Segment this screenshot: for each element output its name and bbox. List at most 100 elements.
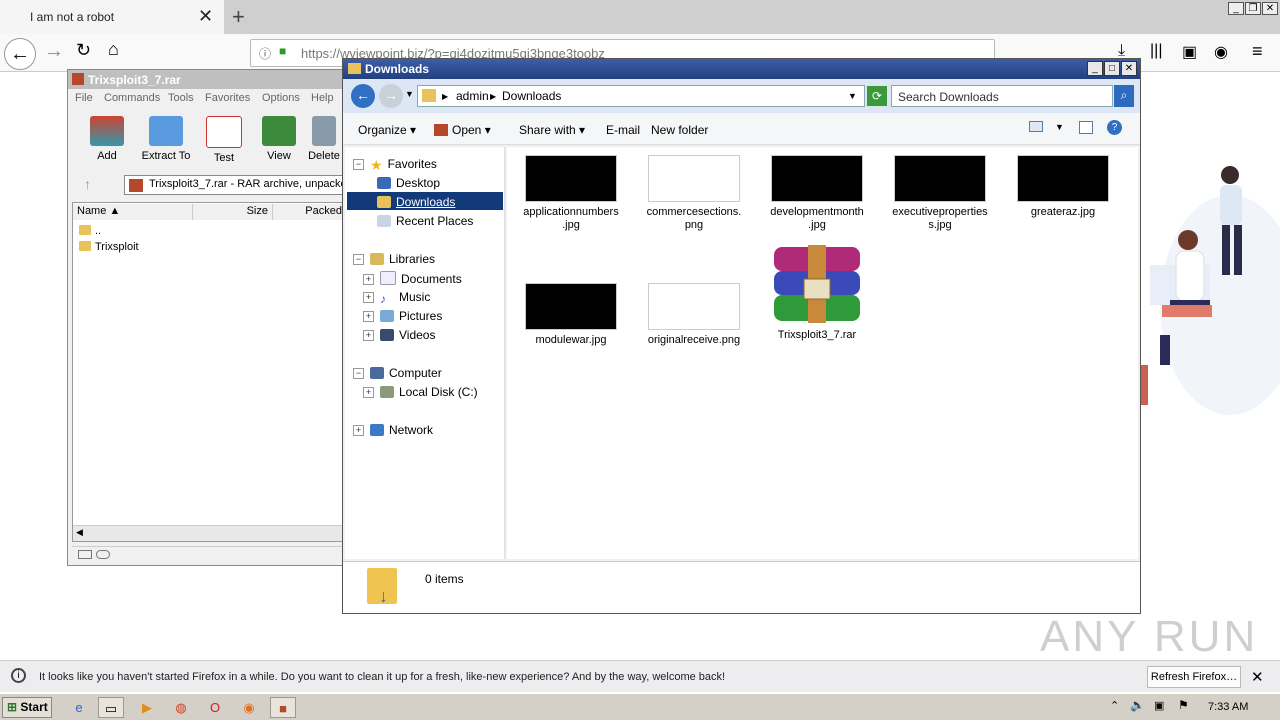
media-player-icon[interactable]: ▶: [134, 697, 160, 718]
new-folder-button[interactable]: New folder: [651, 123, 708, 137]
menu-file[interactable]: File: [75, 92, 93, 104]
file-trixsploit-rar[interactable]: Trixsploit3_7.rar: [763, 243, 871, 342]
account-icon[interactable]: ◉: [1214, 42, 1228, 62]
home-icon[interactable]: ⌂: [108, 39, 119, 60]
menu-favorites[interactable]: Favorites: [205, 92, 250, 104]
breadcrumb-downloads[interactable]: Downloads: [502, 89, 561, 103]
breadcrumb-chevron-icon[interactable]: ▶: [442, 92, 448, 101]
horizontal-scrollbar[interactable]: ◀: [73, 525, 345, 541]
view-options-icon[interactable]: [1029, 121, 1043, 132]
archive-path-field[interactable]: Trixsploit3_7.rar - RAR archive, unpacke…: [124, 175, 346, 195]
breadcrumb-chevron-icon[interactable]: ▶: [490, 92, 496, 101]
open-button[interactable]: Open ▾: [434, 123, 491, 137]
key-icon[interactable]: [96, 550, 110, 559]
browser-tab[interactable]: I am not a robot ✕: [0, 0, 224, 34]
menu-help[interactable]: Help: [311, 92, 334, 104]
extract-to-button[interactable]: Extract To: [136, 116, 196, 171]
winrar-taskbar-icon[interactable]: ■: [270, 697, 296, 718]
tree-recent-places[interactable]: Recent Places: [377, 214, 473, 228]
tree-libraries[interactable]: − Libraries: [353, 252, 435, 266]
explorer-title-bar[interactable]: Downloads _ □ ✕: [343, 59, 1140, 79]
delete-button[interactable]: Delete: [302, 116, 346, 171]
test-button[interactable]: Test: [194, 116, 254, 171]
history-dropdown-icon[interactable]: ▼: [405, 89, 414, 99]
file-executiveproperties[interactable]: executiveproperties s.jpg: [886, 155, 994, 232]
tree-network[interactable]: + Network: [353, 423, 433, 437]
back-icon[interactable]: ←: [4, 38, 36, 70]
add-button[interactable]: Add: [77, 116, 137, 171]
expand-icon[interactable]: +: [353, 425, 364, 436]
file-applicationnumbers[interactable]: applicationnumbers .jpg: [517, 155, 625, 232]
expand-icon[interactable]: +: [363, 387, 374, 398]
breadcrumb[interactable]: ▶ admin ▶ Downloads ▼: [417, 85, 865, 107]
restore-icon[interactable]: ❐: [1245, 2, 1261, 15]
refresh-icon[interactable]: ⟳: [867, 86, 887, 106]
scroll-left-icon[interactable]: ◀: [76, 527, 83, 538]
expand-icon[interactable]: +: [363, 292, 374, 303]
close-icon[interactable]: ✕: [1251, 668, 1264, 686]
network-tray-icon[interactable]: ▣: [1154, 699, 1164, 712]
file-commercesections[interactable]: commercesections. png: [640, 155, 748, 232]
minimize-icon[interactable]: _: [1087, 61, 1103, 76]
library-icon[interactable]: |||: [1150, 42, 1162, 60]
column-packed[interactable]: Packed: [273, 204, 347, 220]
tree-documents[interactable]: + Documents: [363, 271, 462, 286]
volume-icon[interactable]: 🔈: [1130, 698, 1145, 712]
winrar-title-bar[interactable]: Trixsploit3_7.rar: [68, 70, 346, 89]
firefox-icon[interactable]: ◉: [236, 697, 262, 718]
view-dropdown-icon[interactable]: ▼: [1055, 122, 1064, 132]
new-tab-icon[interactable]: +: [232, 4, 245, 30]
ie-icon[interactable]: e: [66, 697, 92, 718]
refresh-firefox-button[interactable]: Refresh Firefox…: [1147, 666, 1241, 688]
close-window-icon[interactable]: ✕: [1262, 2, 1278, 15]
organize-button[interactable]: Organize ▾: [358, 123, 416, 137]
explorer-taskbar-icon[interactable]: ▭: [98, 697, 124, 718]
tree-pictures[interactable]: + Pictures: [363, 309, 442, 323]
archive-row-parent[interactable]: ..: [79, 225, 101, 237]
tree-videos[interactable]: + Videos: [363, 328, 435, 342]
tree-favorites[interactable]: − ★ Favorites: [353, 157, 437, 173]
collapse-icon[interactable]: −: [353, 159, 364, 170]
maximize-icon[interactable]: □: [1104, 61, 1120, 76]
flag-icon[interactable]: ⚑: [1178, 698, 1189, 712]
forward-icon[interactable]: →: [44, 40, 64, 63]
tree-music[interactable]: + ♪ Music: [363, 290, 430, 306]
search-input[interactable]: Search Downloads: [891, 85, 1113, 107]
start-button[interactable]: ⊞ Start: [2, 697, 52, 718]
breadcrumb-admin[interactable]: admin: [456, 89, 489, 103]
back-icon[interactable]: ←: [351, 84, 375, 108]
file-originalreceive[interactable]: originalreceive.png: [640, 283, 748, 347]
tree-downloads[interactable]: Downloads: [347, 192, 503, 210]
tree-desktop[interactable]: Desktop: [377, 176, 440, 190]
expand-icon[interactable]: +: [363, 330, 374, 341]
share-with-button[interactable]: Share with ▾: [519, 123, 585, 137]
help-icon[interactable]: ?: [1107, 120, 1122, 135]
chrome-icon[interactable]: ◍: [168, 697, 194, 718]
tree-computer[interactable]: − Computer: [353, 366, 442, 380]
drive-icon[interactable]: [78, 550, 92, 559]
file-modulewar[interactable]: modulewar.jpg: [517, 283, 625, 347]
collapse-icon[interactable]: −: [353, 254, 364, 265]
address-dropdown-icon[interactable]: ▼: [848, 91, 857, 101]
search-icon[interactable]: ⌕: [1114, 85, 1134, 107]
column-size[interactable]: Size: [193, 204, 273, 220]
email-button[interactable]: E-mail: [606, 123, 640, 137]
reload-icon[interactable]: ↻: [76, 40, 91, 61]
view-button[interactable]: View: [249, 116, 309, 171]
menu-icon[interactable]: ≡: [1252, 41, 1263, 62]
file-developmentmonth[interactable]: developmentmonth .jpg: [763, 155, 871, 232]
expand-icon[interactable]: +: [363, 274, 374, 285]
close-tab-icon[interactable]: ✕: [198, 6, 213, 27]
file-greateraz[interactable]: greateraz.jpg: [1009, 155, 1117, 219]
preview-pane-icon[interactable]: [1079, 121, 1093, 134]
menu-commands[interactable]: Commands: [104, 92, 160, 104]
expand-icon[interactable]: +: [363, 311, 374, 322]
minimize-icon[interactable]: _: [1228, 2, 1244, 15]
sidebar-icon[interactable]: ▣: [1182, 42, 1197, 62]
menu-tools[interactable]: Tools: [168, 92, 194, 104]
tree-local-disk[interactable]: + Local Disk (C:): [363, 385, 478, 399]
tray-expand-icon[interactable]: ⌃: [1110, 699, 1119, 712]
column-name[interactable]: Name ▲: [73, 204, 193, 220]
info-icon[interactable]: ⓘ: [259, 45, 271, 62]
collapse-icon[interactable]: −: [353, 368, 364, 379]
